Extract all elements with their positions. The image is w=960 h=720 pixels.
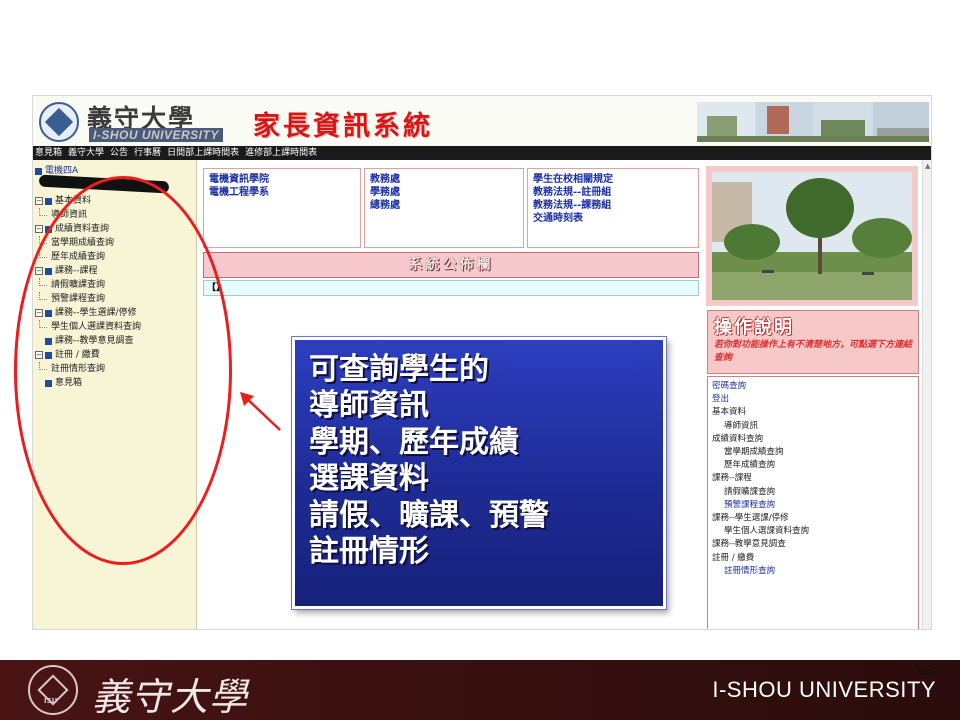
link-academic-affairs[interactable]: 教務處 (370, 173, 518, 186)
scroll-up-icon[interactable]: ▲ (925, 162, 930, 170)
guide-link[interactable]: 註冊情形查詢 (712, 565, 914, 578)
feature-callout: 可查詢學生的 導師資訊 學期、歷年成績 選課資料 請假、曠課、預警 註冊情形 (292, 337, 666, 609)
menu-item-evening-timetable[interactable]: 進修部上課時間表 (245, 146, 317, 160)
callout-line: 學期、歷年成績 (309, 424, 519, 460)
guide-item: 當學期成績查詢 (724, 447, 784, 458)
campus-photo (706, 166, 918, 306)
menu-item-day-timetable[interactable]: 日間部上課時間表 (167, 146, 239, 160)
collapse-icon[interactable]: − (35, 225, 43, 233)
menu-item-feedback[interactable]: 意見箱 (35, 146, 62, 160)
link-course-rules[interactable]: 教務法規--課務組 (533, 199, 693, 212)
guide-item: 成績資料查詢 (712, 433, 764, 444)
callout-line: 請假、曠課、預警 (309, 497, 549, 533)
highlight-ellipse (14, 176, 232, 565)
announcement-title: 系統公佈欄 (203, 252, 699, 278)
right-panel: 操作說明 若你對功能操作上有不清楚地方，可點選下方連結查詢 密碼查詢 登出 基本… (703, 160, 931, 629)
guide-item: 歷年成績查詢 (724, 460, 776, 471)
announcement-content: 【】 (203, 280, 699, 296)
folder-icon (35, 167, 42, 175)
menu-item-university[interactable]: 義守大學 (68, 146, 104, 160)
menu-item-announcement[interactable]: 公告 (110, 146, 128, 160)
guide-item: 註冊 / 繳費 (712, 552, 755, 563)
guide-item: 課務--學生選課/停修 (712, 513, 789, 524)
guide-item: 課務--課程 (712, 473, 752, 484)
callout-line: 註冊情形 (309, 534, 429, 570)
link-department[interactable]: 電機工程學系 (209, 186, 355, 199)
guide-link[interactable]: 登出 (712, 393, 914, 406)
callout-line: 可查詢學生的 (309, 352, 489, 387)
folder-icon (45, 197, 52, 205)
system-title: 家長資訊系統 (253, 111, 433, 142)
guide-item: 課務--教學意見調查 (712, 539, 786, 550)
page-number: 68 (918, 662, 934, 678)
menu-bar: 意見箱 義守大學 公告 行事曆 日間部上課時間表 進修部上課時間表 (33, 146, 931, 160)
link-registration-rules[interactable]: 教務法規--註冊組 (533, 186, 693, 199)
scrollbar[interactable]: ▲ (922, 160, 931, 629)
red-arrow-icon (240, 392, 281, 431)
link-general-affairs[interactable]: 總務處 (370, 199, 518, 212)
guide-item: 請假曠課查詢 (724, 486, 776, 497)
callout-line: 導師資訊 (309, 388, 429, 424)
guide-link[interactable]: 預警課程查詢 (712, 499, 914, 512)
operation-guide-header: 操作說明 若你對功能操作上有不清楚地方，可點選下方連結查詢 (707, 310, 919, 374)
callout-line: 選課資料 (309, 461, 429, 497)
university-logo-icon (39, 102, 79, 142)
guide-item: 學生個人選課資料查詢 (724, 526, 810, 537)
link-student-rules[interactable]: 學生在校相關規定 (533, 173, 693, 186)
link-transport-timetable[interactable]: 交通時刻表 (533, 212, 693, 225)
university-seal-icon: ISU (28, 665, 78, 715)
collapse-icon[interactable]: − (35, 197, 43, 205)
campus-banner-image (697, 102, 929, 142)
link-college[interactable]: 電機資訊學院 (209, 173, 355, 186)
link-student-affairs[interactable]: 學務處 (370, 186, 518, 199)
guide-item: 基本資料 (712, 407, 747, 418)
menu-item-calendar[interactable]: 行事曆 (134, 146, 161, 160)
footer-university-cn: 義守大學 (92, 675, 249, 719)
college-links-box: 電機資訊學院 電機工程學系 (203, 168, 361, 248)
operation-guide-desc: 若你對功能操作上有不清楚地方，可點選下方連結查詢 (714, 340, 913, 363)
slide-footer: ISU 義守大學 I-SHOU UNIVERSITY (0, 660, 960, 720)
regulation-links-box: 學生在校相關規定 教務法規--註冊組 教務法規--課務組 交通時刻表 (527, 168, 699, 248)
guide-link[interactable]: 密碼查詢 (712, 380, 914, 393)
university-name-en: I-SHOU UNIVERSITY (89, 128, 223, 142)
footer-university-en: I-SHOU UNIVERSITY (712, 677, 936, 702)
office-links-box: 教務處 學務處 總務處 (364, 168, 524, 248)
operation-guide-list: 密碼查詢 登出 基本資料 導師資訊 成績資料查詢 當學期成績查詢 歷年成績查詢 … (707, 376, 919, 629)
operation-guide-title: 操作說明 (714, 317, 794, 338)
guide-item: 導師資訊 (724, 420, 759, 431)
header-banner: 義守大學 I-SHOU UNIVERSITY 家長資訊系統 (33, 96, 931, 146)
